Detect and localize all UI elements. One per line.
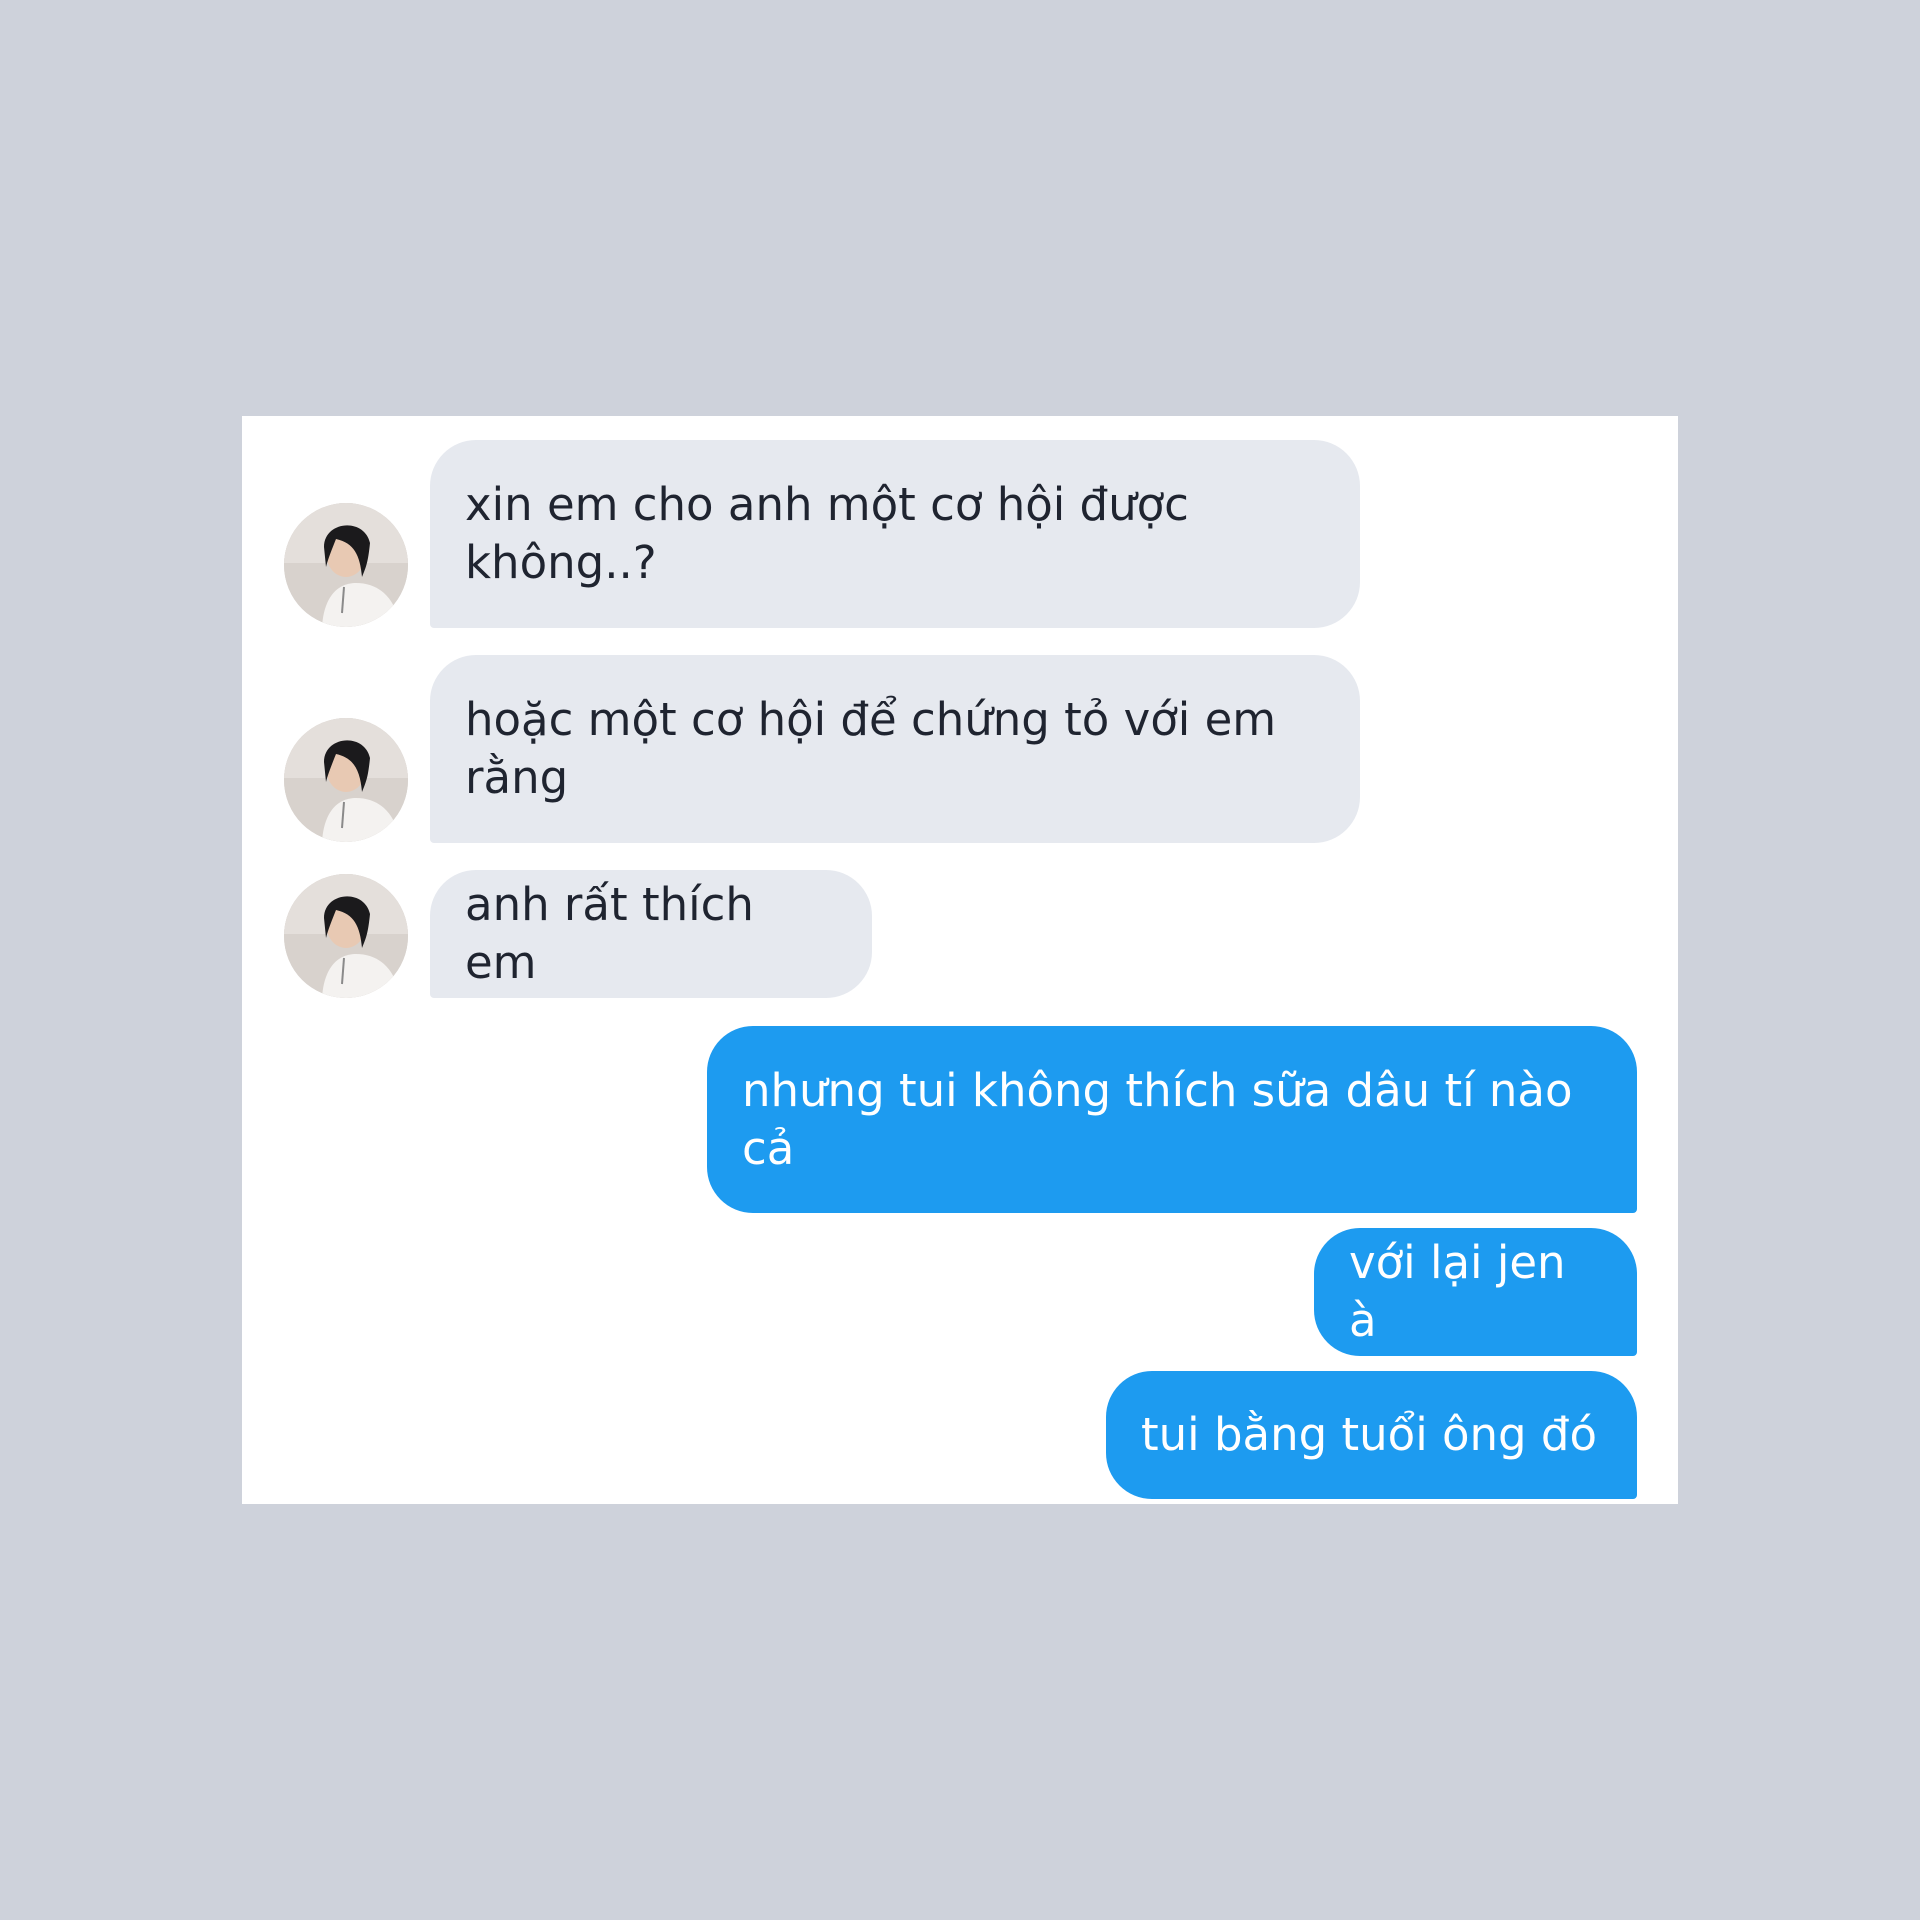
chat-panel: xin em cho anh một cơ hội được không..? … <box>242 416 1678 1504</box>
message-text: xin em cho anh một cơ hội được không..? <box>465 478 1204 589</box>
sent-message[interactable]: nhưng tui không thích sữa dâu tí nào cả <box>707 1026 1637 1213</box>
avatar[interactable] <box>284 503 408 627</box>
profile-photo-icon <box>284 718 408 842</box>
message-text: tui bằng tuổi ông đó <box>1141 1408 1598 1461</box>
avatar[interactable] <box>284 718 408 842</box>
message-text: anh rất thích em <box>465 878 769 989</box>
profile-photo-icon <box>284 503 408 627</box>
received-message[interactable]: xin em cho anh một cơ hội được không..? <box>430 440 1360 628</box>
sent-message[interactable]: tui bằng tuổi ông đó <box>1106 1371 1637 1499</box>
sent-message[interactable]: với lại jen à <box>1314 1228 1637 1356</box>
received-message[interactable]: anh rất thích em <box>430 870 872 998</box>
received-message[interactable]: hoặc một cơ hội để chứng tỏ với em rằng <box>430 655 1360 843</box>
message-text: với lại jen à <box>1349 1236 1580 1347</box>
message-text: hoặc một cơ hội để chứng tỏ với em rằng <box>465 693 1291 804</box>
avatar[interactable] <box>284 874 408 998</box>
message-text: nhưng tui không thích sữa dâu tí nào cả <box>742 1063 1587 1175</box>
profile-photo-icon <box>284 874 408 998</box>
